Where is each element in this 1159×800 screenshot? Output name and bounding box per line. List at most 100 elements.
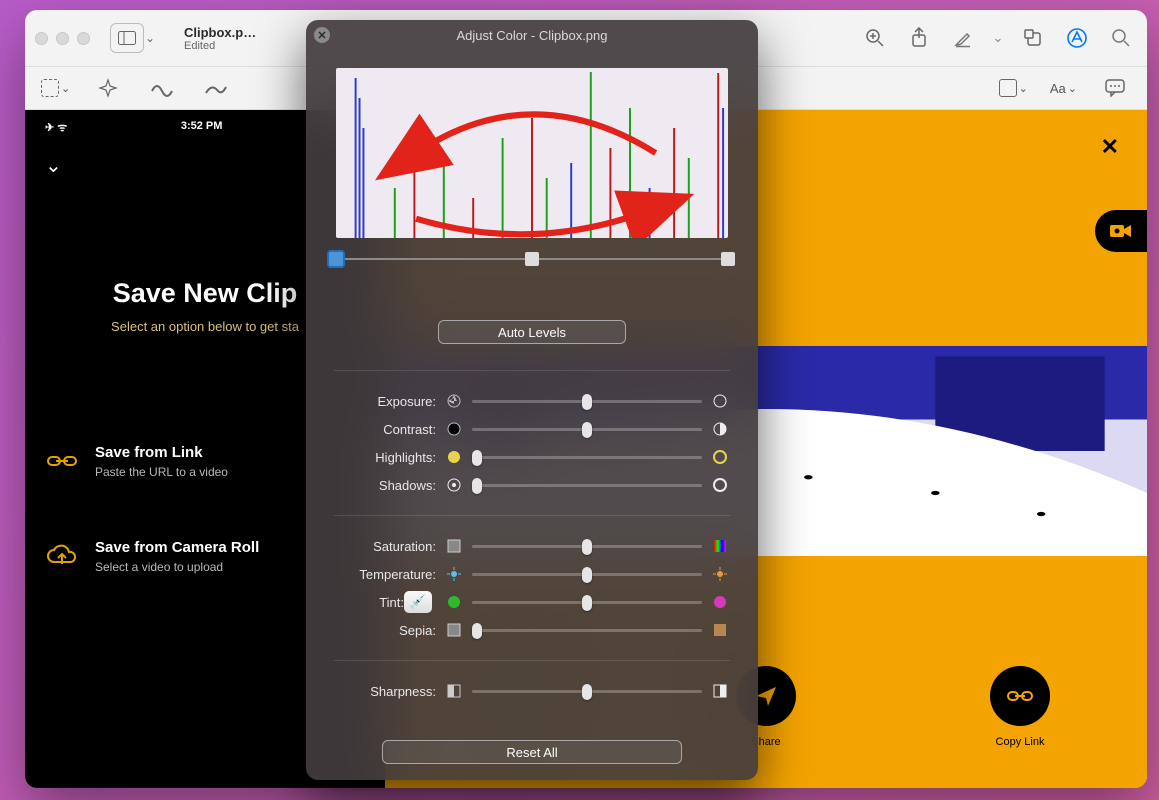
statusbar-time: 3:52 PM	[181, 120, 223, 135]
tint-slider[interactable]	[472, 601, 702, 604]
tint-green-icon	[442, 595, 466, 609]
contrast-high-icon	[708, 422, 732, 436]
sidebar-icon	[118, 31, 136, 45]
zoom-in-button[interactable]	[859, 22, 891, 54]
link-chain-icon	[990, 666, 1050, 726]
airplane-wifi-icons: ✈ ᯤ	[45, 120, 67, 135]
sketch-icon	[150, 79, 174, 97]
sharpness-slider[interactable]	[472, 690, 702, 693]
fill-color-button[interactable]: ⌄	[999, 79, 1028, 97]
option-camera-sub: Select a video to upload	[95, 560, 259, 574]
reset-all-button[interactable]: Reset All	[382, 740, 682, 764]
aperture-light-icon	[708, 394, 732, 408]
shadows-row: Shadows:	[306, 471, 758, 499]
sepia-high-icon	[708, 623, 732, 637]
slider-thumb[interactable]	[582, 567, 592, 583]
copylink-action: Copy Link	[990, 666, 1050, 748]
minimize-window-icon[interactable]	[56, 32, 69, 45]
option-link-title: Save from Link	[95, 444, 228, 461]
close-icon: ✕	[1101, 134, 1119, 160]
contrast-low-icon	[442, 422, 466, 436]
contrast-label: Contrast:	[332, 422, 436, 437]
exposure-slider[interactable]	[472, 400, 702, 403]
aperture-dark-icon	[442, 394, 466, 408]
document-status: Edited	[184, 40, 256, 52]
link-icon	[45, 444, 79, 478]
levels-slider[interactable]	[336, 258, 728, 260]
levels-mid-handle[interactable]	[525, 252, 539, 266]
slider-thumb[interactable]	[582, 595, 592, 611]
highlight-dropdown[interactable]: ⌄	[991, 22, 1005, 54]
saturation-low-icon	[442, 539, 466, 553]
annotate-button[interactable]	[1099, 72, 1131, 104]
search-icon	[1111, 28, 1131, 48]
sketch-button[interactable]	[146, 72, 178, 104]
draw-button[interactable]	[200, 72, 232, 104]
shadows-low-icon	[442, 478, 466, 492]
panel-titlebar[interactable]: ✕ Adjust Color - Clipbox.png	[306, 20, 758, 50]
temperature-warm-icon	[708, 567, 732, 581]
slider-thumb[interactable]	[472, 450, 482, 466]
tint-magenta-icon	[708, 595, 732, 609]
contrast-slider[interactable]	[472, 428, 702, 431]
option-camera-title: Save from Camera Roll	[95, 539, 259, 556]
selection-tool-button[interactable]: ⌄	[41, 79, 70, 97]
highlight-button[interactable]	[947, 22, 979, 54]
markup-button[interactable]	[1061, 22, 1093, 54]
saturation-label: Saturation:	[332, 539, 436, 554]
contrast-row: Contrast:	[306, 415, 758, 443]
temperature-label: Temperature:	[332, 567, 436, 582]
highlighter-icon	[953, 28, 973, 48]
sharpness-row: Sharpness:	[306, 677, 758, 705]
saturation-slider[interactable]	[472, 545, 702, 548]
eyedropper-button[interactable]: 💉	[404, 591, 432, 613]
window-controls[interactable]	[35, 32, 90, 45]
zoom-window-icon[interactable]	[77, 32, 90, 45]
instant-alpha-button[interactable]	[92, 72, 124, 104]
temperature-cold-icon	[442, 567, 466, 581]
text-style-button[interactable]: Aa⌄	[1050, 81, 1077, 96]
highlights-row: Highlights:	[306, 443, 758, 471]
slider-thumb[interactable]	[472, 623, 482, 639]
share-button[interactable]	[903, 22, 935, 54]
panel-close-button[interactable]: ✕	[314, 27, 330, 43]
shadows-label: Shadows:	[332, 478, 436, 493]
shadows-slider[interactable]	[472, 484, 702, 487]
sepia-label: Sepia:	[332, 623, 436, 638]
highlights-slider[interactable]	[472, 456, 702, 459]
tint-label: Tint:	[332, 595, 404, 610]
close-window-icon[interactable]	[35, 32, 48, 45]
levels-white-handle[interactable]	[721, 252, 735, 266]
sidebar-toggle-button[interactable]	[110, 23, 144, 53]
slider-thumb[interactable]	[582, 422, 592, 438]
auto-levels-button[interactable]: Auto Levels	[438, 320, 626, 344]
slider-thumb[interactable]	[582, 539, 592, 555]
option-link-sub: Paste the URL to a video	[95, 465, 228, 479]
rotate-button[interactable]	[1017, 22, 1049, 54]
shadows-high-icon	[708, 478, 732, 492]
record-button	[1095, 210, 1147, 252]
sparkle-icon	[98, 78, 118, 98]
saturation-high-icon	[708, 539, 732, 553]
sharpness-low-icon	[442, 684, 466, 698]
slider-thumb[interactable]	[582, 684, 592, 700]
exposure-label: Exposure:	[332, 394, 436, 409]
temperature-slider[interactable]	[472, 573, 702, 576]
fill-icon	[999, 79, 1017, 97]
slider-thumb[interactable]	[582, 394, 592, 410]
search-button[interactable]	[1105, 22, 1137, 54]
adjust-color-panel: ✕ Adjust Color - Clipbox.png	[306, 20, 758, 780]
temperature-row: Temperature:	[306, 560, 758, 588]
exposure-row: Exposure:	[306, 387, 758, 415]
highlights-high-icon	[708, 450, 732, 464]
text-style-label: Aa	[1050, 81, 1066, 96]
zoom-in-icon	[865, 28, 885, 48]
saturation-row: Saturation:	[306, 532, 758, 560]
share-icon	[910, 27, 928, 49]
sepia-slider[interactable]	[472, 629, 702, 632]
slider-thumb[interactable]	[472, 478, 482, 494]
tint-row: Tint: 💉	[306, 588, 758, 616]
selection-icon	[41, 79, 59, 97]
draw-icon	[204, 79, 228, 97]
levels-black-handle[interactable]	[329, 252, 343, 266]
